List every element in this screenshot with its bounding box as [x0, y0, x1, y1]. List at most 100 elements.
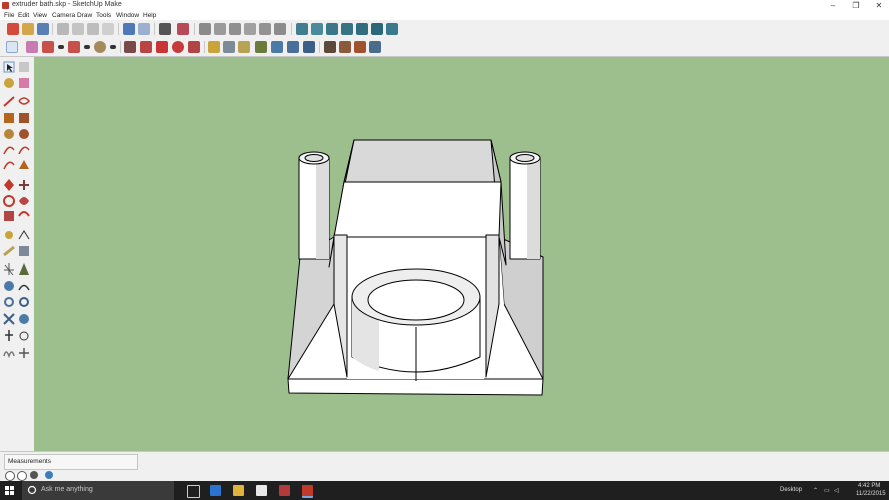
share-icon[interactable]	[354, 41, 366, 53]
menu-help[interactable]: Help	[143, 11, 156, 20]
chevron-down-icon[interactable]	[84, 45, 90, 49]
rotate-tool-icon[interactable]	[3, 195, 15, 207]
model-info-icon[interactable]	[177, 23, 189, 35]
back-view-icon[interactable]	[259, 23, 271, 35]
rotate-icon[interactable]	[172, 41, 184, 53]
rectangle-tool-icon[interactable]	[4, 113, 14, 123]
chevron-down-icon[interactable]	[110, 45, 116, 49]
tape-tool-icon[interactable]	[5, 231, 13, 239]
section-plane-icon[interactable]	[19, 348, 29, 358]
component-tool-icon[interactable]	[19, 62, 29, 72]
tape-measure-icon[interactable]	[208, 41, 220, 53]
arc-tool-icon[interactable]	[3, 146, 15, 155]
text-icon[interactable]	[223, 41, 235, 53]
open-icon[interactable]	[22, 23, 34, 35]
menu-tools[interactable]: Tools	[96, 11, 111, 20]
pencil-line-icon[interactable]	[42, 41, 54, 53]
redo-icon[interactable]	[138, 23, 150, 35]
menu-file[interactable]: File	[4, 11, 14, 20]
undo-icon[interactable]	[123, 23, 135, 35]
monochrome-icon[interactable]	[371, 23, 383, 35]
orbit-tool-icon[interactable]	[4, 281, 14, 291]
file-explorer-icon[interactable]	[233, 485, 244, 496]
cortana-search[interactable]: Ask me anything	[22, 481, 174, 500]
tray-chevron-icon[interactable]: ⌃	[813, 487, 818, 494]
follow-me-tool-icon[interactable]	[19, 197, 29, 205]
edge-icon[interactable]	[210, 485, 221, 496]
new-icon[interactable]	[7, 23, 19, 35]
right-view-icon[interactable]	[244, 23, 256, 35]
scale-icon[interactable]	[188, 41, 200, 53]
position-camera-icon[interactable]	[5, 330, 13, 341]
erase-icon[interactable]	[102, 23, 114, 35]
paste-icon[interactable]	[87, 23, 99, 35]
dimension-tool-icon[interactable]	[18, 230, 30, 240]
paint-bucket-icon[interactable]	[255, 41, 267, 53]
copy-icon[interactable]	[72, 23, 84, 35]
geo-location-icon[interactable]	[5, 471, 15, 481]
desktop-toolbar-label[interactable]: Desktop	[780, 487, 802, 493]
textured-icon[interactable]	[356, 23, 368, 35]
arc2-tool-icon[interactable]	[18, 146, 30, 155]
close-button[interactable]: ✕	[866, 0, 889, 11]
help-icon[interactable]	[45, 471, 53, 479]
follow-me-icon[interactable]	[140, 41, 152, 53]
network-icon[interactable]: ▭	[824, 487, 830, 494]
move-icon[interactable]	[156, 41, 168, 53]
shape-icon[interactable]	[94, 41, 106, 53]
store-icon[interactable]	[256, 485, 267, 496]
sketchup-taskbar-icon[interactable]	[302, 485, 313, 498]
move-tool-icon[interactable]	[4, 179, 14, 191]
circle-tool-icon[interactable]	[4, 129, 14, 139]
menu-camera[interactable]: Camera	[52, 11, 75, 20]
credits-icon[interactable]	[17, 471, 27, 481]
three-point-arc-icon[interactable]	[19, 160, 29, 169]
polygon-tool-icon[interactable]	[19, 129, 29, 139]
zoom-extents-tool-icon[interactable]	[3, 313, 15, 325]
taskbar-app-icon[interactable]	[279, 485, 290, 496]
text-tool-icon[interactable]	[19, 246, 29, 256]
paint-tool-icon[interactable]	[4, 78, 14, 88]
orbit-icon[interactable]	[271, 41, 283, 53]
push-pull-icon[interactable]	[124, 41, 136, 53]
windows-start-icon[interactable]	[0, 481, 20, 500]
clock-date[interactable]: 11/22/2015	[856, 491, 886, 497]
left-view-icon[interactable]	[274, 23, 286, 35]
menu-edit[interactable]: Edit	[18, 11, 29, 20]
xray-icon[interactable]	[296, 23, 308, 35]
hidden-line-icon[interactable]	[326, 23, 338, 35]
offset-tool-icon[interactable]	[18, 211, 30, 217]
top-view-icon[interactable]	[214, 23, 226, 35]
freehand-tool-icon[interactable]	[18, 97, 30, 105]
cut-icon[interactable]	[57, 23, 69, 35]
clock-time[interactable]: 4:42 PM	[858, 483, 880, 489]
measurements-box[interactable]: Measurements	[4, 454, 138, 470]
push-pull-tool-icon[interactable]	[19, 180, 29, 190]
walk-tool-icon[interactable]	[3, 351, 15, 359]
zoom-icon[interactable]	[287, 41, 299, 53]
zoom-extents-icon[interactable]	[303, 41, 315, 53]
extension-icon[interactable]	[339, 41, 351, 53]
eraser-icon[interactable]	[26, 41, 38, 53]
rotated-rect-tool-icon[interactable]	[19, 113, 29, 123]
3d-text-tool-icon[interactable]	[19, 263, 29, 275]
axes-tool-icon[interactable]	[4, 263, 14, 276]
pan-tool-icon[interactable]	[18, 284, 30, 291]
protractor-tool-icon[interactable]	[3, 245, 15, 257]
menu-view[interactable]: View	[33, 11, 47, 20]
scale-tool-icon[interactable]	[4, 211, 14, 221]
chevron-down-icon[interactable]	[58, 45, 64, 49]
layout-icon[interactable]	[369, 41, 381, 53]
drawing-viewport[interactable]	[34, 57, 889, 451]
axes-icon[interactable]	[238, 41, 250, 53]
menu-window[interactable]: Window	[116, 11, 139, 20]
iso-view-icon[interactable]	[199, 23, 211, 35]
save-icon[interactable]	[37, 23, 49, 35]
arc-icon[interactable]	[68, 41, 80, 53]
previous-view-icon[interactable]	[19, 314, 29, 324]
print-icon[interactable]	[159, 23, 171, 35]
volume-icon[interactable]: ◁	[834, 487, 839, 494]
display-style-icon[interactable]	[386, 23, 398, 35]
pie-tool-icon[interactable]	[3, 161, 15, 170]
zoom-window-tool-icon[interactable]	[19, 297, 29, 307]
